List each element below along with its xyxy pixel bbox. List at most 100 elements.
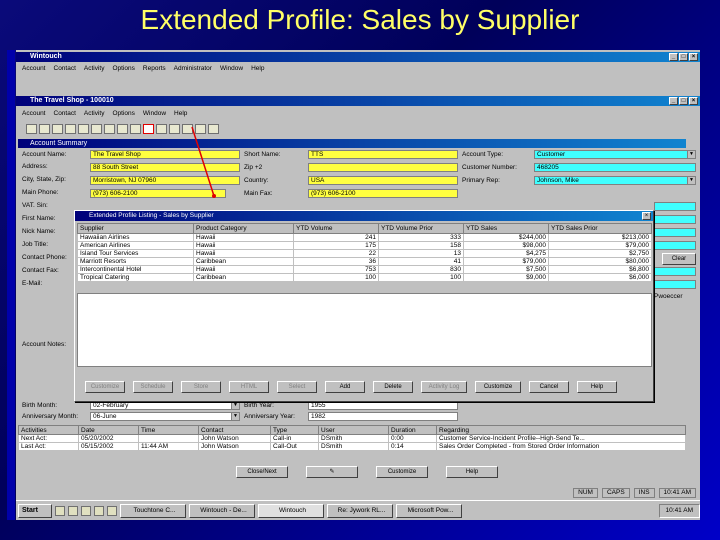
document-icon[interactable] [182,124,193,134]
calendar-icon[interactable] [117,124,128,134]
chevron-down-icon[interactable]: ▼ [687,151,695,158]
chevron-down-icon[interactable]: ▼ [231,402,239,409]
col-ytd-volume[interactable]: YTD Volume [293,223,379,234]
report-icon[interactable] [156,124,167,134]
fax-icon[interactable] [78,124,89,134]
side-field-5[interactable] [654,267,696,276]
col-contact[interactable]: Contact [198,425,271,435]
maximize-button[interactable]: □ [679,53,688,61]
delete-button[interactable]: Delete [373,381,413,393]
dialog-customize-left-button[interactable]: Customize [85,381,125,393]
table-row[interactable]: Intercontinental Hotel Hawaii 753 830 $7… [77,265,652,274]
col-date[interactable]: Date [78,425,139,435]
task-wintouch[interactable]: Wintouch [258,503,324,518]
zip4-field[interactable] [308,163,458,172]
col-ytd-volume-prior[interactable]: YTD Volume Prior [378,223,464,234]
task-wintouch-de[interactable]: Wintouch - De... [189,503,255,518]
col-time[interactable]: Time [138,425,199,435]
col-duration[interactable]: Duration [388,425,437,435]
tools-button[interactable]: ✎ [306,466,358,478]
browser-icon[interactable] [68,505,78,516]
table-row[interactable]: American Airlines Hawaii 175 158 $98,000… [77,241,652,250]
inner-menu-account[interactable]: Account [22,109,46,118]
inner-menu-help[interactable]: Help [174,109,187,118]
birth-month-select[interactable]: 02-February ▼ [90,401,240,410]
main-fax-field[interactable]: (973) 606-2100 [308,189,458,198]
col-ytd-sales[interactable]: YTD Sales [463,223,549,234]
store-button[interactable]: Store [181,381,221,393]
letter-icon[interactable] [65,124,76,134]
main-phone-field[interactable]: (973) 606-2100 [90,189,226,198]
primary-rep-select[interactable]: Johnson, Mike ▼ [534,176,696,185]
excel-icon[interactable] [94,505,104,516]
word-icon[interactable] [81,505,91,516]
inner-menu-window[interactable]: Window [143,109,166,118]
outlook-icon[interactable] [107,505,117,516]
inner-close-button[interactable]: × [689,97,698,105]
desktop-icon[interactable] [55,505,65,516]
anniversary-year-field[interactable]: 1982 [308,412,458,421]
inner-menu-activity[interactable]: Activity [84,109,105,118]
phone-icon[interactable] [52,124,63,134]
customize-button[interactable]: Customize [376,466,428,478]
menu-options[interactable]: Options [113,64,135,73]
side-field-2[interactable] [654,215,696,224]
html-button[interactable]: HTML [229,381,269,393]
table-row[interactable]: Hawaiian Airlines Hawaii 241 333 $244,00… [77,233,652,242]
address-field[interactable]: 88 South Street [90,163,240,172]
menu-window[interactable]: Window [220,64,243,73]
add-button[interactable]: Add [325,381,365,393]
table-row[interactable]: Last Act: 05/15/2002 11:44 AM John Watso… [18,442,686,451]
table-row[interactable]: Marriott Resorts Caribbean 36 41 $79,000… [77,257,652,266]
menu-help[interactable]: Help [251,64,264,73]
col-product-category[interactable]: Product Category [193,223,294,234]
close-next-button[interactable]: Close/Next [236,466,288,478]
email-icon[interactable] [91,124,102,134]
birth-year-field[interactable]: 1955 [308,401,458,410]
customer-number-field[interactable]: 468205 [534,163,696,172]
chevron-down-icon[interactable]: ▼ [687,177,695,184]
dialog-customize-button[interactable]: Customize [475,381,521,393]
short-name-field[interactable]: TTS [308,150,458,159]
help-button[interactable]: Help [446,466,498,478]
lock-icon[interactable] [130,124,141,134]
col-supplier[interactable]: Supplier [77,223,194,234]
extended-profile-icon[interactable] [143,124,154,134]
table-row[interactable]: Next Act: 05/20/2002 John Watson Call-in… [18,434,686,443]
chevron-down-icon[interactable]: ▼ [231,413,239,420]
inner-menu-contact[interactable]: Contact [54,109,76,118]
open-icon[interactable] [26,124,37,134]
contact-icon[interactable] [39,124,50,134]
col-activities[interactable]: Activities [18,425,79,435]
dialog-help-button[interactable]: Help [577,381,617,393]
menu-contact[interactable]: Contact [54,64,76,73]
table-row[interactable]: Tropical Catering Caribbean 100 100 $9,0… [77,273,652,282]
inner-restore-button[interactable]: □ [679,97,688,105]
side-field-1[interactable] [654,202,696,211]
schedule-button[interactable]: Schedule [133,381,173,393]
notes-icon[interactable] [104,124,115,134]
col-regarding[interactable]: Regarding [436,425,686,435]
menu-account[interactable]: Account [22,64,46,73]
anniversary-month-select[interactable]: 06-June ▼ [90,412,240,421]
col-type[interactable]: Type [270,425,319,435]
country-field[interactable]: USA [308,176,458,185]
side-field-3[interactable] [654,228,696,237]
task-re[interactable]: Re: Jywork RL... [327,503,393,518]
help-icon[interactable] [208,124,219,134]
side-field-6[interactable] [654,280,696,289]
task-powerpoint[interactable]: Microsoft Pow... [396,503,462,518]
menu-activity[interactable]: Activity [84,64,105,73]
copy-icon[interactable] [195,124,206,134]
account-type-select[interactable]: Customer ▼ [534,150,696,159]
side-field-4[interactable] [654,241,696,250]
city-field[interactable]: Morristown, NJ 07960 [90,176,240,185]
account-name-field[interactable]: The Travel Shop [90,150,240,159]
minimize-button[interactable]: _ [669,53,678,61]
col-ytd-sales-prior[interactable]: YTD Sales Prior [548,223,652,234]
col-user[interactable]: User [318,425,389,435]
activity-log-button[interactable]: Activity Log [421,381,467,393]
start-button[interactable]: Start [18,503,52,518]
clear-button[interactable]: Clear [662,253,696,265]
table-row[interactable]: Island Tour Services Hawaii 22 13 $4,275… [77,249,652,258]
